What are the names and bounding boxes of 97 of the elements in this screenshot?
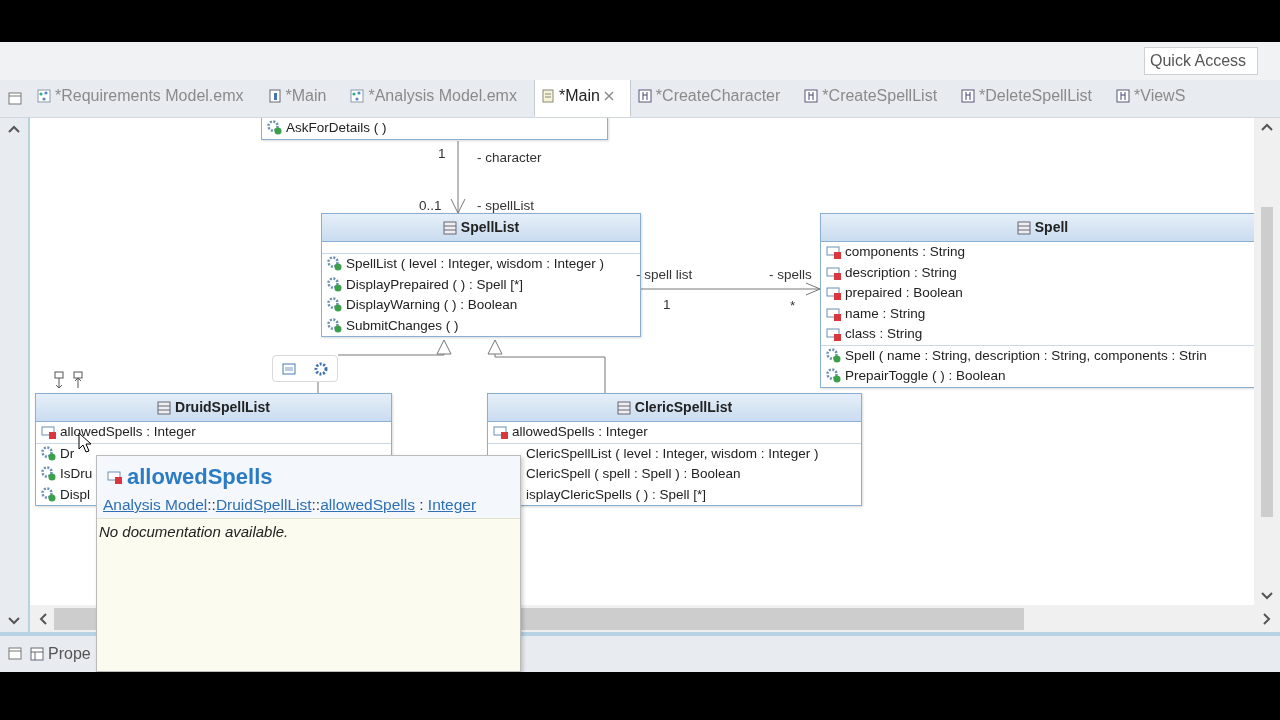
minimize-icon[interactable]: [8, 91, 22, 106]
association-line[interactable]: [450, 140, 466, 214]
editor-tab[interactable]: *CreateSpellList: [797, 80, 955, 117]
editor-tab[interactable]: *Requirements Model.emx: [30, 80, 261, 117]
role-label: 1: [663, 296, 671, 314]
document-icon: [540, 89, 555, 103]
class-box[interactable]: ClericSpellList allowedSpells : Integer ClericSpellList ( level : Integer, wisdom : Integer ) ClericSpell ( spell : Spell ) : Boolean isplayClericSpells ( ) : Spell [*]: [487, 393, 862, 506]
operation-text: IsDru: [60, 465, 93, 484]
quick-access-field[interactable]: Quick Access: [1144, 47, 1258, 75]
chevron-up-icon[interactable]: [7, 124, 21, 134]
role-label: *: [790, 297, 796, 315]
path-link[interactable]: Integer: [427, 496, 477, 513]
operation-text: SpellList ( level : Integer, wisdom : Integer ): [346, 255, 605, 274]
class-icon: [157, 400, 172, 415]
model-icon: [350, 89, 365, 103]
scroll-left-icon[interactable]: [38, 611, 48, 626]
role-label: - character: [477, 149, 542, 167]
operation-text: ClericSpell ( spell : Spell ) : Boolean: [526, 465, 741, 484]
attribute-text: allowedSpells : Integer: [60, 423, 196, 442]
scroll-up-icon[interactable]: [1260, 122, 1274, 132]
editor-tab[interactable]: *Analysis Model.emx: [343, 80, 534, 117]
generalization-line[interactable]: [487, 339, 606, 394]
operation-text: Dr: [60, 444, 75, 463]
handle-icon[interactable]: [73, 371, 83, 389]
role-label: - spells: [769, 266, 812, 284]
generalization-line[interactable]: [317, 339, 452, 394]
attribute-icon: [493, 424, 509, 441]
attribute-icon: [826, 264, 842, 281]
class-name: Spell: [1034, 218, 1069, 237]
operation-text: AskForDetails ( ): [286, 119, 387, 138]
class-icon: [1016, 220, 1031, 235]
attribute-text: class : String: [845, 325, 923, 344]
role-label: 0..1: [419, 197, 442, 215]
editor-tab[interactable]: *Main: [260, 80, 344, 117]
chevron-down-icon[interactable]: [7, 616, 21, 626]
attribute-icon: [826, 305, 842, 322]
operation-icon: [327, 317, 343, 334]
attribute-text: description : String: [845, 263, 957, 282]
attribute-text: components : String: [845, 243, 966, 262]
class-box[interactable]: Spell components : String description : String prepaired : Boolean name : String class : String Spell ( name : String, description : String, components : Strin PrepairToggle ( ) : Boolean: [820, 213, 1254, 388]
association-line[interactable]: [640, 282, 821, 296]
operation-text: PrepairToggle ( ) : Boolean: [845, 367, 1006, 386]
gear-icon[interactable]: [314, 361, 328, 376]
editor-tab[interactable]: *Main: [533, 80, 631, 117]
sequence-icon: [804, 89, 819, 103]
attribute-icon: [41, 424, 57, 441]
scroll-down-icon[interactable]: [1260, 591, 1274, 601]
operation-text: DisplayWarning ( ) : Boolean: [346, 296, 518, 315]
attribute-icon: [107, 468, 123, 485]
sequence-icon: [1116, 89, 1131, 103]
operation-text: Displ: [60, 485, 90, 504]
attribute-text: allowedSpells : Integer: [512, 423, 648, 442]
operation-icon: [41, 466, 57, 483]
class-name: ClericSpellList: [634, 398, 733, 417]
role-label: 1: [438, 145, 446, 163]
operation-icon: [267, 120, 283, 137]
attribute-icon: [826, 244, 842, 261]
sequence-icon: [961, 89, 976, 103]
operation-text: Spell ( name : String, description : String, components : Strin: [845, 346, 1207, 365]
class-icon: [616, 400, 631, 415]
class-name: SpellList: [460, 218, 520, 237]
sequence-icon: [637, 89, 652, 103]
diagram-icon: [267, 89, 282, 103]
class-icon: [442, 220, 457, 235]
minimize-icon[interactable]: [8, 647, 22, 661]
attribute-icon: [826, 326, 842, 343]
handle-icon[interactable]: [54, 371, 64, 389]
panel-tab[interactable]: Prope: [30, 642, 91, 666]
path-separator: :: [418, 496, 425, 513]
operation-text: ClericSpellList ( level : Integer, wisdom : Integer ): [526, 444, 819, 463]
scrollbar-thumb[interactable]: [1261, 206, 1273, 517]
scroll-right-icon[interactable]: [1262, 611, 1272, 626]
operation-icon: [41, 445, 57, 462]
close-icon[interactable]: [603, 91, 614, 101]
attribute-text: prepaired : Boolean: [845, 284, 963, 303]
operation-icon: [327, 276, 343, 293]
editor-tab[interactable]: *ViewS: [1109, 80, 1203, 117]
operation-icon: [327, 256, 343, 273]
operation-icon: [826, 347, 842, 364]
attribute-text: name : String: [845, 304, 926, 323]
class-name: DruidSpellList: [175, 398, 270, 417]
operation-text: isplayClericSpells ( ) : Spell [*]: [526, 485, 707, 504]
class-box[interactable]: AskForDetails ( ): [261, 118, 608, 140]
operation-icon: [327, 297, 343, 314]
documentation-text: No documentation available.: [98, 522, 290, 543]
table-icon: [30, 647, 44, 661]
model-icon: [37, 89, 51, 103]
tooltip-title: allowedSpells: [127, 463, 273, 491]
operation-text: DisplayPrepaired ( ) : Spell [*]: [346, 275, 524, 294]
operation-icon: [41, 486, 57, 503]
editor-tab[interactable]: *DeleteSpellList: [954, 80, 1110, 117]
class-icon[interactable]: [282, 362, 296, 375]
editor-tab[interactable]: *CreateCharacter: [630, 80, 798, 117]
operation-text: SubmitChanges ( ): [346, 316, 459, 335]
operation-icon: [826, 368, 842, 385]
attribute-icon: [826, 285, 842, 302]
role-label: - spellList: [477, 197, 535, 215]
